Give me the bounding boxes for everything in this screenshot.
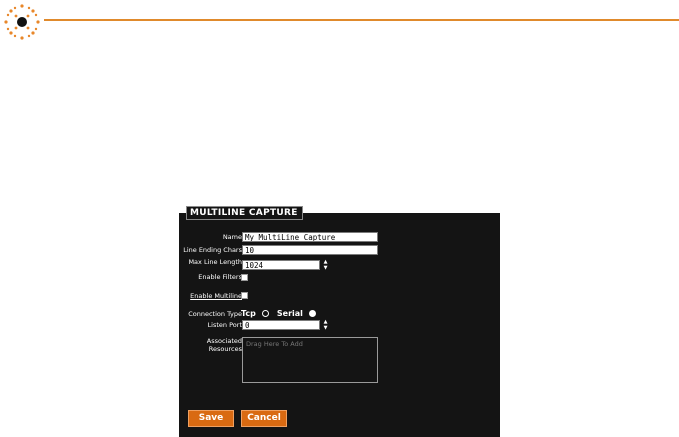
header-divider — [44, 19, 679, 21]
connection-type-group: Tcp Serial — [241, 309, 324, 318]
name-input[interactable]: My MultiLine Capture — [242, 232, 378, 242]
line-ending-label: Line Ending Chars — [183, 246, 242, 254]
conn-tcp-radio[interactable] — [261, 309, 269, 317]
associated-resources-dropzone[interactable]: Drag Here To Add — [242, 337, 378, 383]
name-label: Name — [222, 233, 242, 241]
panel-title: Multiline Capture — [186, 206, 303, 220]
max-line-length-input[interactable]: 1024 — [242, 260, 320, 270]
max-line-length-label: Max Line Length — [188, 258, 242, 266]
listen-port-stepper[interactable]: ▲ ▼ — [321, 319, 330, 331]
listen-port-label: Listen Port — [207, 321, 242, 329]
enable-filters-label: Enable Filters — [198, 273, 242, 281]
multiline-capture-panel: Multiline Capture Name My MultiLine Capt… — [179, 206, 500, 437]
conn-tcp-label: Tcp — [241, 309, 256, 318]
conn-serial-radio[interactable] — [308, 309, 316, 317]
listen-port-input[interactable]: 0 — [242, 320, 320, 330]
conn-serial-label: Serial — [276, 309, 303, 318]
enable-multiline-checkbox[interactable] — [241, 292, 248, 299]
save-button[interactable]: Save — [188, 410, 234, 427]
connection-type-label: Connection Type — [188, 310, 242, 318]
dropzone-placeholder: Drag Here To Add — [246, 340, 303, 348]
enable-filters-checkbox[interactable] — [241, 274, 248, 281]
associated-resources-label: Associated Resources — [206, 337, 242, 353]
sun-logo-icon — [4, 4, 40, 40]
enable-multiline-label: Enable Multiline — [190, 292, 242, 300]
cancel-button[interactable]: Cancel — [241, 410, 287, 427]
line-ending-input[interactable]: 10 — [242, 245, 378, 255]
max-line-length-stepper[interactable]: ▲ ▼ — [321, 259, 330, 271]
